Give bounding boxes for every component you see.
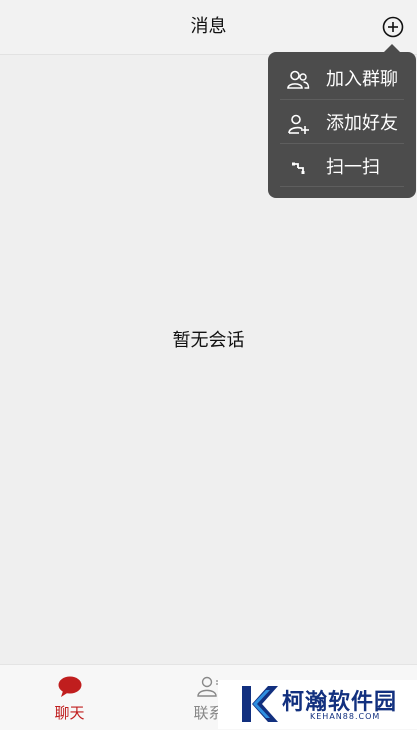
menu-item-label: 扫一扫 <box>326 157 380 178</box>
tab-label: 聊天 <box>54 704 85 722</box>
menu-item-label: 添加好友 <box>326 113 398 134</box>
menu-item-label: 加入群聊 <box>326 69 398 90</box>
watermark-logo-icon <box>242 686 278 722</box>
chat-bubble-icon <box>57 675 83 699</box>
menu-item-add-friend[interactable]: 添加好友 <box>268 102 416 146</box>
add-popup-menu: 加入群聊 添加好友 扫一扫 <box>268 44 416 198</box>
menu-divider <box>280 99 404 100</box>
popup-arrow <box>384 44 400 52</box>
menu-divider <box>280 186 404 187</box>
plus-circle-icon <box>382 16 404 38</box>
watermark: 柯瀚软件园 KEHAN88.COM <box>218 680 417 729</box>
header-bar: 消息 <box>0 0 417 55</box>
empty-state-text: 暂无会话 <box>172 330 245 351</box>
add-friend-icon <box>286 112 310 136</box>
menu-item-join-group[interactable]: 加入群聊 <box>268 58 416 102</box>
group-icon <box>286 68 310 92</box>
tab-chat[interactable]: 聊天 <box>0 665 139 730</box>
menu-item-scan[interactable]: 扫一扫 <box>268 146 416 190</box>
page-title: 消息 <box>190 16 227 37</box>
add-button[interactable] <box>382 16 404 38</box>
watermark-domain: KEHAN88.COM <box>310 712 381 721</box>
menu-divider <box>280 143 404 144</box>
scan-icon <box>286 156 310 180</box>
